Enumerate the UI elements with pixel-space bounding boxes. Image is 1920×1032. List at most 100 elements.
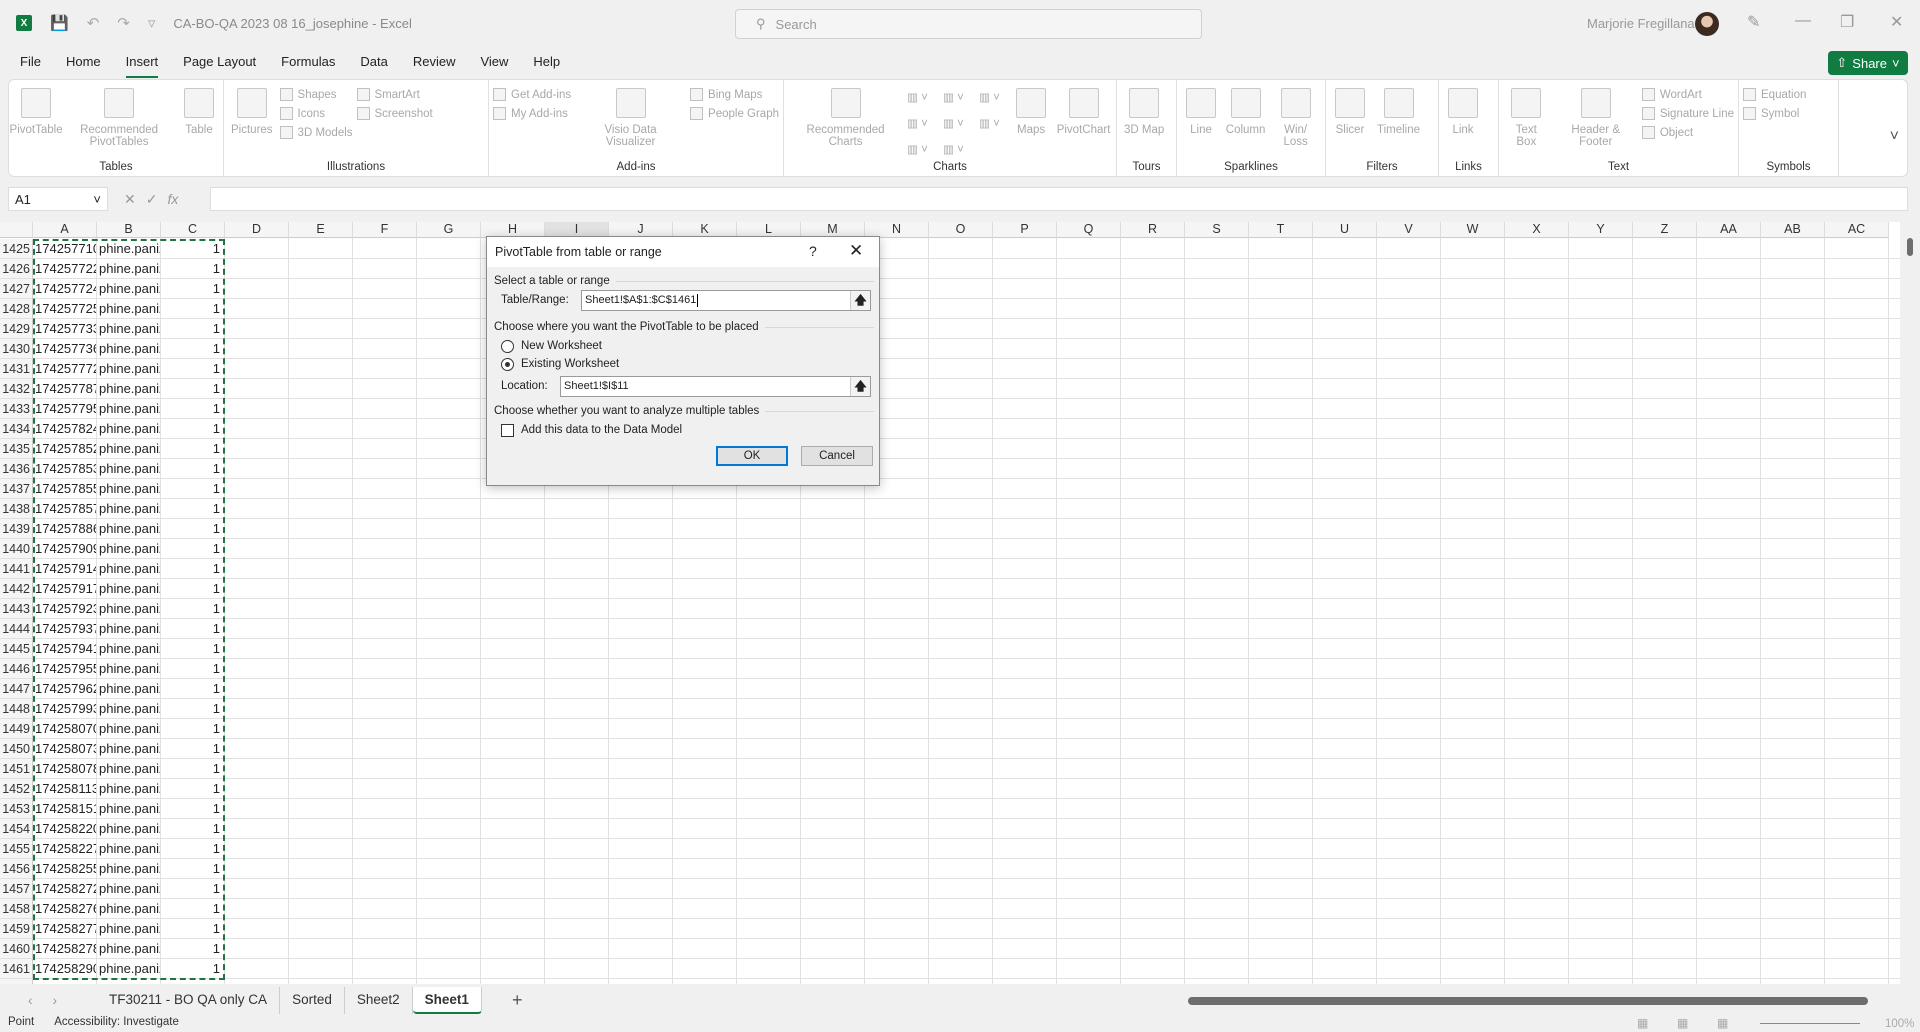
cell-b1430[interactable]: phine.paniz: [97, 339, 161, 359]
equation-button[interactable]: Equation: [1743, 88, 1806, 101]
cell-a1442[interactable]: 174257917: [33, 579, 97, 599]
column-header-AA[interactable]: AA: [1697, 222, 1761, 238]
cell-a1445[interactable]: 174257941: [33, 639, 97, 659]
cell-a1455[interactable]: 174258227: [33, 839, 97, 859]
people-graph-button[interactable]: People Graph: [690, 107, 779, 120]
sheet-tab-sorted[interactable]: Sorted: [280, 986, 345, 1014]
cell-a1453[interactable]: 174258151: [33, 799, 97, 819]
wordart-button[interactable]: WordArt: [1641, 88, 1734, 101]
cell-c1451[interactable]: 1: [161, 759, 225, 779]
sheet-tab-sheet2[interactable]: Sheet2: [345, 986, 413, 1014]
icons-button[interactable]: Icons: [279, 107, 353, 120]
cell-b1427[interactable]: phine.paniz: [97, 279, 161, 299]
cell-c1442[interactable]: 1: [161, 579, 225, 599]
cell-b1451[interactable]: phine.paniz: [97, 759, 161, 779]
cell-a1440[interactable]: 174257909: [33, 539, 97, 559]
table-range-input[interactable]: Sheet1!$A$1:$C$1461 🡅: [581, 290, 871, 311]
pivottable-button[interactable]: PivotTable: [10, 84, 63, 158]
cell-b1433[interactable]: phine.paniz: [97, 399, 161, 419]
column-header-T[interactable]: T: [1249, 222, 1313, 238]
cell-c1443[interactable]: 1: [161, 599, 225, 619]
win-loss-button[interactable]: Win/ Loss: [1270, 84, 1321, 158]
zoom-slider[interactable]: [1760, 1023, 1860, 1024]
row-header[interactable]: 1451: [0, 759, 33, 779]
cell-a1456[interactable]: 174258255: [33, 859, 97, 879]
existing-worksheet-label[interactable]: Existing Worksheet: [521, 358, 619, 370]
cell-a1447[interactable]: 174257962: [33, 679, 97, 699]
cell-a1450[interactable]: 174258073: [33, 739, 97, 759]
collapse-dialog-icon[interactable]: 🡅: [850, 377, 870, 396]
page-layout-view-icon[interactable]: ▦: [1677, 1016, 1688, 1030]
my-add-ins-button[interactable]: My Add-ins: [493, 107, 571, 120]
chevron-down-icon[interactable]: ˅: [1892, 56, 1900, 71]
tab-review[interactable]: Review: [413, 50, 456, 78]
collapse-ribbon-icon[interactable]: ˅: [1890, 128, 1899, 146]
row-header[interactable]: 1447: [0, 679, 33, 699]
row-header[interactable]: 1434: [0, 419, 33, 439]
chart-type-icon[interactable]: ▥ ˅: [943, 88, 971, 106]
cell-a1457[interactable]: 174258272: [33, 879, 97, 899]
cell-b1441[interactable]: phine.paniz: [97, 559, 161, 579]
chart-type-icon[interactable]: ▥ ˅: [907, 114, 935, 132]
cell-a1432[interactable]: 174257787: [33, 379, 97, 399]
page-break-view-icon[interactable]: ▦: [1717, 1016, 1728, 1030]
column-header-U[interactable]: U: [1313, 222, 1377, 238]
cell-a1439[interactable]: 174257886: [33, 519, 97, 539]
cell-b1435[interactable]: phine.paniz: [97, 439, 161, 459]
cell-b1439[interactable]: phine.paniz: [97, 519, 161, 539]
column-header-A[interactable]: A: [33, 222, 97, 238]
cell-c1456[interactable]: 1: [161, 859, 225, 879]
avatar[interactable]: [1695, 12, 1719, 36]
timeline-button[interactable]: Timeline: [1374, 84, 1423, 158]
table-button[interactable]: Table: [179, 84, 219, 158]
existing-worksheet-radio[interactable]: [501, 358, 514, 371]
recommended-pivottables-button[interactable]: Recommended PivotTables: [63, 84, 175, 158]
cell-c1461[interactable]: 1: [161, 959, 225, 979]
cell-c1427[interactable]: 1: [161, 279, 225, 299]
cell-b1431[interactable]: phine.paniz: [97, 359, 161, 379]
cell-c1436[interactable]: 1: [161, 459, 225, 479]
tab-data[interactable]: Data: [360, 50, 387, 78]
select-all-corner[interactable]: [0, 222, 33, 238]
cell-b1459[interactable]: phine.paniz: [97, 919, 161, 939]
cell-a1436[interactable]: 174257853: [33, 459, 97, 479]
cell-b1428[interactable]: phine.paniz: [97, 299, 161, 319]
link-button[interactable]: Link: [1443, 84, 1483, 158]
tab-formulas[interactable]: Formulas: [281, 50, 335, 78]
search-box[interactable]: ⚲ Search: [735, 9, 1202, 39]
shapes-button[interactable]: Shapes: [279, 88, 353, 101]
row-header[interactable]: 1449: [0, 719, 33, 739]
cell-a1428[interactable]: 174257725: [33, 299, 97, 319]
scroll-thumb[interactable]: [1188, 997, 1868, 1005]
column-header-AB[interactable]: AB: [1761, 222, 1825, 238]
column-header-V[interactable]: V: [1377, 222, 1441, 238]
row-header[interactable]: 1428: [0, 299, 33, 319]
row-header[interactable]: 1461: [0, 959, 33, 979]
data-model-label[interactable]: Add this data to the Data Model: [521, 424, 682, 436]
visio-data-visualizer-button[interactable]: Visio Data Visualizer: [575, 84, 686, 158]
column-header-C[interactable]: C: [161, 222, 225, 238]
cell-b1452[interactable]: phine.paniz: [97, 779, 161, 799]
row-header[interactable]: 1426: [0, 259, 33, 279]
chart-type-icon[interactable]: ▥ ˅: [907, 88, 935, 106]
user-name[interactable]: Marjorie Fregillana: [1587, 16, 1695, 31]
cell-b1440[interactable]: phine.paniz: [97, 539, 161, 559]
symbol-button[interactable]: Symbol: [1743, 107, 1806, 120]
cell-a1438[interactable]: 174257857: [33, 499, 97, 519]
cell-a1458[interactable]: 174258276: [33, 899, 97, 919]
row-header[interactable]: 1430: [0, 339, 33, 359]
chart-type-icon[interactable]: ▥ ˅: [979, 114, 1007, 132]
spreadsheet-grid[interactable]: A B C D E F G H I J K L M N O P Q R S T U V W X Y Z AA AB AC 1425 1742…: [0, 222, 1900, 984]
chart-type-icon[interactable]: ▥ ˅: [943, 140, 971, 158]
tab-view[interactable]: View: [480, 50, 508, 78]
cell-a1431[interactable]: 174257772: [33, 359, 97, 379]
tab-file[interactable]: File: [20, 50, 41, 78]
cell-a1427[interactable]: 174257724: [33, 279, 97, 299]
help-icon[interactable]: ?: [809, 243, 817, 259]
sheet-tab-tf30211-bo-qa-only-ca[interactable]: TF30211 - BO QA only CA: [97, 986, 281, 1014]
row-header[interactable]: 1432: [0, 379, 33, 399]
cell-a1461[interactable]: 174258290: [33, 959, 97, 979]
cancel-button[interactable]: Cancel: [801, 446, 873, 466]
redo-icon[interactable]: ↷: [117, 14, 130, 32]
line-button[interactable]: Line: [1181, 84, 1221, 158]
